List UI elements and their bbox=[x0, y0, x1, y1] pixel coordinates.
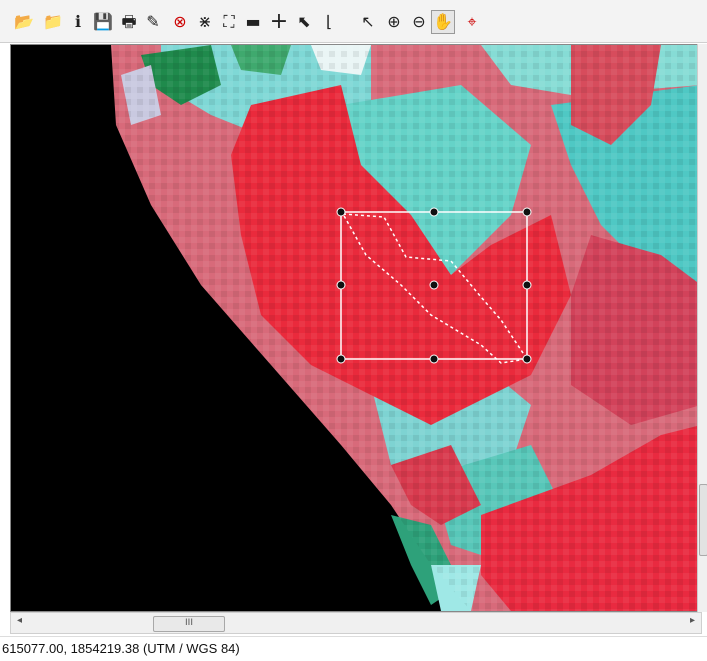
scroll-right-arrow-icon[interactable]: ▸ bbox=[690, 615, 695, 626]
fit-extent-icon[interactable]: ⛶ bbox=[217, 10, 241, 34]
horizontal-scrollbar[interactable]: ◂ III ▸ bbox=[10, 612, 702, 634]
zoom-in-icon[interactable]: ⊕ bbox=[382, 10, 406, 34]
toolbar: 📂 📁 ℹ 💾 🖶 ✎ ⊗ ⋇ ⛶ ▬ + ⬉ ⌊ ↖ ⊕ ⊖ ✋ ⌖ bbox=[0, 0, 707, 43]
pan-hand-icon[interactable]: ✋ bbox=[431, 10, 455, 34]
measure-icon[interactable]: ▬ bbox=[241, 10, 265, 34]
status-bar: 615077.00, 1854219.38 (UTM / WGS 84) bbox=[0, 636, 707, 660]
select-arrow-icon[interactable]: ↖ bbox=[356, 10, 380, 34]
shrink-icon[interactable]: ⋇ bbox=[193, 10, 217, 34]
save-icon[interactable]: 💾 bbox=[91, 10, 115, 34]
scroll-left-arrow-icon[interactable]: ◂ bbox=[17, 615, 22, 626]
coordinate-readout: 615077.00, 1854219.38 (UTM / WGS 84) bbox=[2, 641, 240, 656]
satellite-image[interactable] bbox=[11, 45, 701, 611]
vertical-scroll-thumb[interactable] bbox=[699, 484, 707, 556]
eraser-icon[interactable]: ✎ bbox=[141, 10, 165, 34]
edit-arrow-icon[interactable]: ⬉ bbox=[292, 10, 316, 34]
print-icon[interactable]: 🖶 bbox=[117, 10, 141, 34]
horizontal-scroll-thumb[interactable]: III bbox=[153, 616, 225, 632]
open-folder-icon[interactable]: 📂 bbox=[12, 10, 36, 34]
crosshair-icon[interactable]: + bbox=[267, 10, 291, 34]
map-viewport[interactable] bbox=[10, 44, 702, 612]
pixel-query-icon[interactable]: ⌖ bbox=[460, 10, 484, 34]
profile-chart-icon[interactable]: ⌊ bbox=[317, 10, 341, 34]
delete-icon[interactable]: ⊗ bbox=[168, 10, 192, 34]
vertical-scrollbar[interactable] bbox=[697, 44, 707, 612]
zoom-out-icon[interactable]: ⊖ bbox=[407, 10, 431, 34]
new-folder-icon[interactable]: 📁 bbox=[41, 10, 65, 34]
info-icon[interactable]: ℹ bbox=[66, 10, 90, 34]
